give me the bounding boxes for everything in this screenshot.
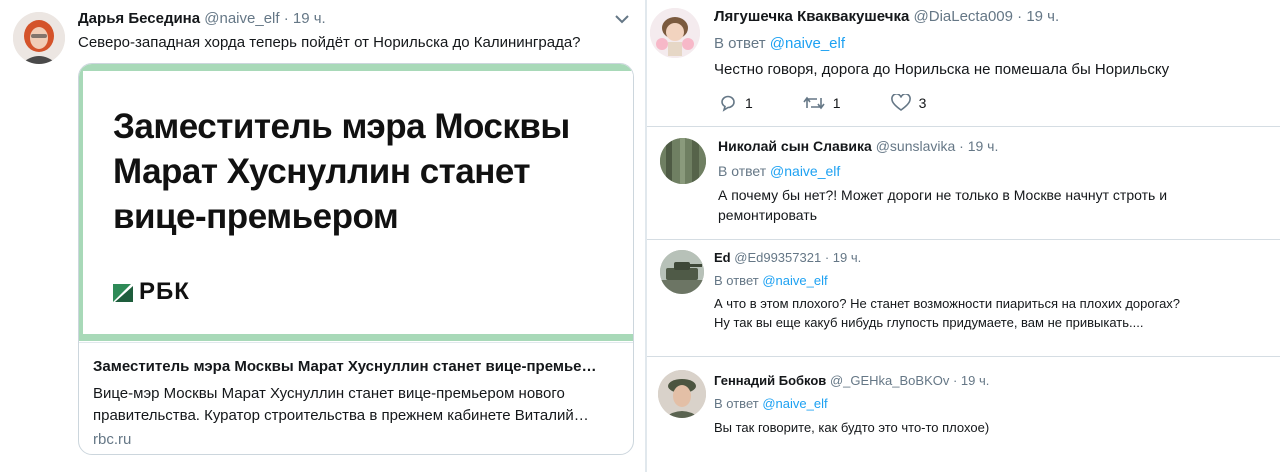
- retweet-button[interactable]: 1: [803, 95, 841, 111]
- card-left-border: [79, 64, 83, 341]
- rbc-logo-text: РБК: [139, 278, 190, 305]
- author-handle[interactable]: @naive_elf: [204, 10, 279, 27]
- reply-to-label: В ответ: [714, 396, 759, 411]
- reply-count: 1: [745, 95, 753, 111]
- avatar[interactable]: [13, 12, 65, 64]
- rbc-logo-icon: [113, 284, 133, 302]
- card-image-headline: Заместитель мэра Москвы Марат Хуснуллин …: [113, 107, 570, 236]
- tweet-text: Северо-западная хорда теперь пойдёт от Н…: [78, 34, 581, 51]
- divider: [647, 126, 1280, 127]
- reply-to-handle[interactable]: @naive_elf: [762, 396, 827, 411]
- card-bottom-border: [79, 334, 633, 341]
- reply-text: Честно говоря, дорога до Норильска не по…: [714, 61, 1170, 78]
- avatar[interactable]: [658, 370, 706, 418]
- reply-text-line1: А почему бы нет?! Может дороги не только…: [718, 187, 1168, 203]
- card-top-border: [79, 64, 633, 71]
- avatar-image: [650, 8, 700, 58]
- chevron-down-icon: [615, 15, 629, 24]
- tweet-time[interactable]: · 19 ч.: [953, 373, 989, 388]
- more-button[interactable]: [614, 12, 634, 28]
- card-domain: rbc.ru: [93, 431, 132, 448]
- author-name[interactable]: Геннадий Бобков: [714, 373, 826, 388]
- author-name[interactable]: Николай сын Славика: [718, 138, 872, 154]
- author-handle[interactable]: @Ed99357321: [734, 250, 821, 265]
- author-handle[interactable]: @_GEHka_BoBKOv: [830, 373, 949, 388]
- author-name[interactable]: Лягушечка Кваквакушечка: [714, 8, 909, 25]
- reply-icon: [721, 95, 735, 112]
- card-image[interactable]: Заместитель мэра Москвы Марат Хуснуллин …: [79, 64, 633, 341]
- card-description-line1: Вице-мэр Москвы Марат Хуснуллин станет в…: [93, 385, 565, 402]
- card-title: Заместитель мэра Москвы Марат Хуснуллин …: [93, 358, 597, 375]
- main-tweet: Дарья Беседина @naive_elf · 19 ч. Северо…: [0, 0, 645, 472]
- divider: [647, 239, 1280, 240]
- reply-to-label: В ответ: [714, 273, 759, 288]
- like-count: 3: [918, 95, 927, 111]
- retweet-count: 1: [832, 95, 841, 111]
- tweet-time[interactable]: · 19 ч.: [825, 250, 861, 265]
- reply-to-handle[interactable]: @naive_elf: [762, 273, 827, 288]
- heart-icon: [890, 94, 911, 111]
- tweet-time[interactable]: · 19 ч.: [959, 138, 998, 154]
- rbc-logo: РБК: [111, 278, 190, 306]
- reply-to-handle[interactable]: @naive_elf: [770, 35, 845, 52]
- reply-text-line2: Ну так вы еще какуб нибудь глупость прид…: [714, 315, 1144, 330]
- avatar-image: [13, 12, 65, 64]
- avatar[interactable]: [660, 250, 704, 294]
- reply-to-handle[interactable]: @naive_elf: [770, 163, 840, 179]
- avatar-image: [660, 250, 704, 294]
- avatar-image: [660, 138, 706, 184]
- author-name[interactable]: Дарья Беседина: [78, 10, 200, 27]
- reply-text-line1: А что в этом плохого? Не станет возможно…: [714, 296, 1181, 311]
- reply-button[interactable]: 1: [719, 94, 753, 112]
- retweet-icon: [803, 96, 825, 110]
- reply-to-label: В ответ: [718, 163, 767, 179]
- tweet-time[interactable]: · 19 ч.: [1017, 8, 1059, 25]
- tweet-time[interactable]: · 19 ч.: [284, 10, 326, 27]
- divider: [647, 356, 1280, 357]
- reply-text-line2: ремонтировать: [718, 207, 817, 223]
- reply-text: Вы так говорите, как будто это что-то пл…: [714, 420, 990, 435]
- avatar[interactable]: [660, 138, 706, 184]
- reply-to-label: В ответ: [714, 35, 766, 52]
- card-description-line2: правительства. Куратор строительства в п…: [93, 407, 589, 424]
- card-meta[interactable]: Заместитель мэра Москвы Марат Хуснуллин …: [79, 342, 633, 454]
- replies-panel: Лягушечка Кваквакушечка @DiaLecta009 · 1…: [647, 0, 1280, 472]
- author-handle[interactable]: @DiaLecta009: [914, 8, 1013, 25]
- author-name[interactable]: Ed: [714, 250, 731, 265]
- like-button[interactable]: 3: [890, 94, 927, 112]
- author-handle[interactable]: @sunslavika: [876, 138, 956, 154]
- avatar[interactable]: [650, 8, 700, 58]
- avatar-image: [658, 370, 706, 418]
- link-card[interactable]: Заместитель мэра Москвы Марат Хуснуллин …: [78, 63, 634, 455]
